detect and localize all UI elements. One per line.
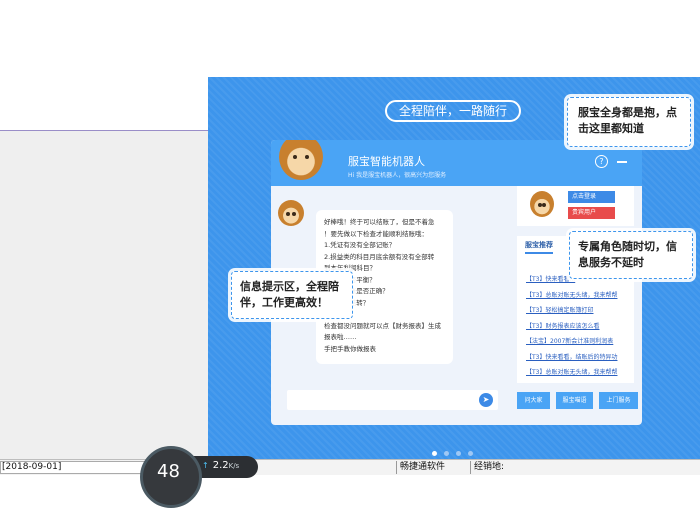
message-line: 2.损益类的科目月底余额有没有全部转 — [324, 252, 435, 261]
left-empty-panel — [0, 131, 208, 459]
status-dealer: 经销地: — [470, 461, 700, 474]
carousel-dot[interactable] — [468, 451, 473, 456]
recommend-link[interactable]: 【T3】轻松搞定账簿打印 — [526, 305, 632, 321]
recommend-link[interactable]: 【T3】总账对账无头绪，我来帮帮 — [526, 290, 632, 306]
message-line: 报表啦…… — [324, 333, 357, 341]
speed-gauge[interactable]: 48 — [140, 446, 202, 508]
fubao-tips-button[interactable]: 服宝喵语 — [556, 392, 593, 409]
status-date: [2018-09-01] — [0, 461, 145, 474]
help-icon[interactable]: ? — [595, 155, 608, 168]
onsite-service-button[interactable]: 上门服务 — [599, 392, 638, 409]
chat-input[interactable]: ➤ — [287, 390, 498, 410]
callout-top: 服宝全身都是抱，点击这里都知道 — [567, 97, 691, 147]
carousel-dot[interactable] — [444, 451, 449, 456]
message-avatar-icon — [278, 200, 304, 226]
message-line: 检查都没问题就可以点【财务报表】生成 — [324, 321, 441, 330]
message-line: 好棒哦！终于可以结账了，但是不着急 — [324, 218, 435, 226]
recommend-link[interactable]: 【T3】快来看看，结账后的特异功 — [526, 352, 632, 368]
bot-title: 服宝智能机器人 — [348, 155, 425, 168]
speed-unit: K/s — [228, 462, 240, 470]
user-avatar-icon — [530, 191, 554, 217]
recommend-list: 【T3】快来看看... 【T3】总账对账无头绪，我来帮帮 【T3】轻松搞定账簿打… — [526, 274, 632, 383]
tab-recommend[interactable]: 服宝推荐 — [525, 240, 553, 254]
slogan-badge: 全程陪伴，一路随行 — [385, 100, 521, 122]
recommend-link[interactable]: 【T3】财务报表应该怎么看 — [526, 321, 632, 337]
send-icon[interactable]: ➤ — [479, 393, 493, 407]
upload-arrow-icon: ↑ — [202, 461, 209, 470]
ask-everyone-button[interactable]: 问大家 — [517, 392, 550, 409]
robot-avatar-icon — [279, 140, 323, 180]
recommend-link[interactable]: 【T3】总账对账无头绪，我来帮帮 — [526, 367, 632, 383]
speed-value: 2.2 — [212, 460, 229, 471]
status-bar: [2018-09-01] 畅捷通软件 经销地: — [0, 459, 700, 475]
callout-left: 信息提示区，全程陪伴，工作更高效！ — [231, 271, 353, 319]
carousel-dots — [432, 441, 480, 460]
carousel-dot[interactable] — [432, 451, 437, 456]
message-line: 手把手教你做报表 — [324, 344, 376, 353]
status-app-name: 畅捷通软件 — [396, 461, 468, 474]
recommend-link[interactable]: 【法宝】2007新会计准则利润表 — [526, 336, 632, 352]
user-card: 点击登录 贵宾用户 — [517, 186, 634, 226]
message-line: 1.凭证有没有全部记账？ — [324, 241, 396, 249]
vip-button[interactable]: 贵宾用户 — [568, 207, 615, 219]
message-line: ！要先做以下检查才能顺利结账哦： — [324, 229, 428, 238]
callout-right: 专属角色随时切，信息服务不延时 — [569, 231, 693, 279]
minimize-icon[interactable] — [617, 161, 627, 163]
carousel-dot[interactable] — [456, 451, 461, 456]
gauge-value: 48 — [157, 461, 180, 482]
bot-subtitle: Hi 我是服宝机器人，很高兴为您服务 — [348, 172, 447, 179]
login-button[interactable]: 点击登录 — [568, 191, 615, 203]
